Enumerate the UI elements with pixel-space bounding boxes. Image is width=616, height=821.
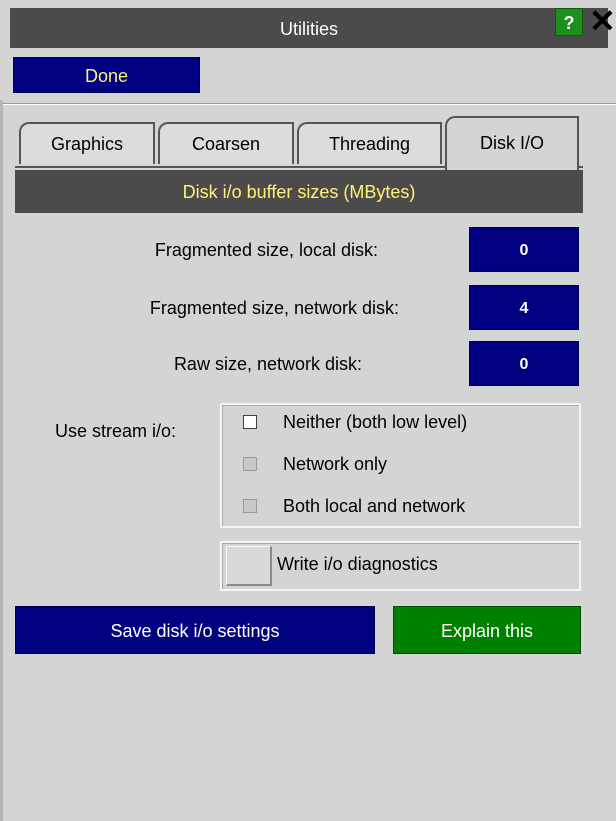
radio-unselected-icon[interactable] [243, 457, 257, 471]
raw-network-input[interactable]: 0 [469, 341, 579, 386]
fragmented-network-label: Fragmented size, network disk: [149, 298, 399, 318]
tab-threading[interactable]: Threading [297, 122, 442, 164]
explain-button[interactable]: Explain this [393, 606, 581, 654]
tab-disk-io[interactable]: Disk I/O [445, 116, 579, 170]
done-button[interactable]: Done [13, 57, 200, 93]
window-title: Utilities [279, 19, 338, 39]
fragmented-local-label: Fragmented size, local disk: [154, 240, 378, 260]
diagnostics-label: Write i/o diagnostics [277, 554, 438, 574]
stream-option-network[interactable]: Network only [239, 450, 579, 480]
radio-unselected-icon[interactable] [243, 499, 257, 513]
tab-coarsen[interactable]: Coarsen [158, 122, 294, 164]
panel-left-edge [0, 100, 3, 821]
title-bar: Utilities [10, 8, 608, 48]
help-icon[interactable]: ? [555, 8, 583, 36]
stream-option-label: Network only [283, 454, 388, 474]
fragmented-local-input[interactable]: 0 [469, 227, 579, 272]
fragmented-network-input[interactable]: 4 [469, 285, 579, 330]
divider [3, 103, 616, 105]
section-heading: Disk i/o buffer sizes (MBytes) [15, 170, 583, 213]
stream-option-label: Both local and network [283, 496, 466, 516]
stream-option-both[interactable]: Both local and network [239, 492, 579, 522]
stream-option-label: Neither (both low level) [283, 412, 468, 432]
close-icon[interactable]: ✕ [589, 4, 616, 38]
radio-selected-icon[interactable] [243, 415, 257, 429]
tab-graphics[interactable]: Graphics [19, 122, 155, 164]
stream-io-label: Use stream i/o: [55, 421, 177, 441]
save-settings-button[interactable]: Save disk i/o settings [15, 606, 375, 654]
stream-option-neither[interactable]: Neither (both low level) [239, 408, 579, 438]
raw-network-label: Raw size, network disk: [173, 354, 362, 374]
diagnostics-checkbox[interactable] [226, 546, 272, 586]
